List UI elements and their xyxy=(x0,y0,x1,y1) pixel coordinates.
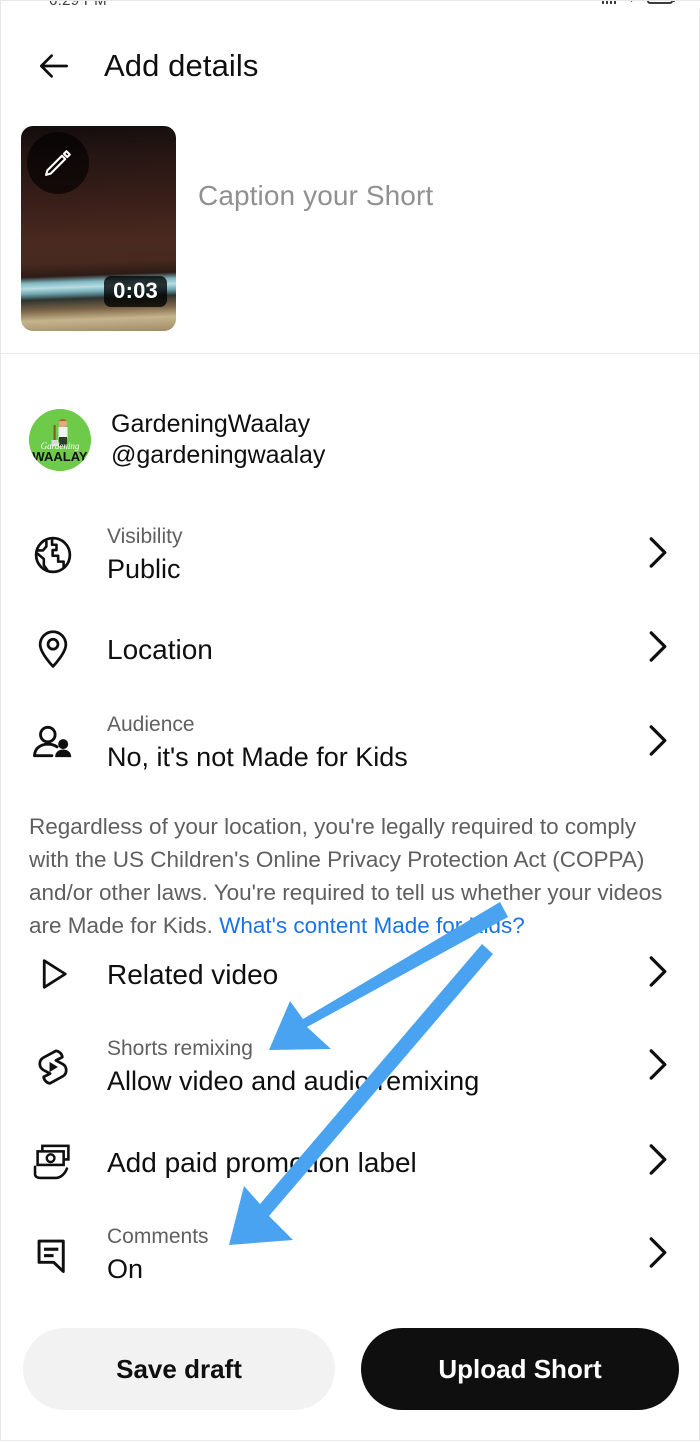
back-button[interactable] xyxy=(23,35,85,97)
channel-handle: @gardeningwaalay xyxy=(111,441,326,469)
chevron-right-icon xyxy=(645,630,671,669)
video-duration-badge: 0:03 xyxy=(104,276,167,307)
section-divider xyxy=(1,353,700,354)
row-related-video[interactable]: Related video xyxy=(1,937,700,1011)
row-related-video-value: Related video xyxy=(107,958,279,990)
comment-bubble-icon xyxy=(25,1233,81,1277)
globe-icon xyxy=(25,533,81,577)
channel-row[interactable]: Gardening WAALAY GardeningWaalay @garden… xyxy=(1,397,700,483)
row-shorts-remixing[interactable]: Shorts remixing Allow video and audio re… xyxy=(1,1029,700,1105)
row-paid-promotion-value: Add paid promotion label xyxy=(107,1146,417,1178)
shorts-icon xyxy=(25,1045,81,1089)
chevron-right-icon xyxy=(645,724,671,763)
chevron-right-icon xyxy=(645,1143,671,1182)
row-location[interactable]: Location xyxy=(1,611,700,687)
caption-input[interactable]: Caption your Short xyxy=(198,180,433,212)
row-visibility[interactable]: Visibility Public xyxy=(1,517,700,593)
avatar-text-bottom: WAALAY xyxy=(32,449,87,464)
row-visibility-value: Public xyxy=(107,554,181,585)
status-bar-clock: 6:29 PM xyxy=(49,1,107,9)
status-bar: 6:29 PM xyxy=(1,1,700,9)
row-paid-promotion[interactable]: Add paid promotion label xyxy=(1,1125,700,1199)
signal-icon xyxy=(601,1,616,4)
wifi-icon xyxy=(630,1,633,3)
row-visibility-text: Visibility Public xyxy=(107,523,700,587)
app-screen: 6:29 PM Add details 0:03 xyxy=(0,0,700,1441)
row-comments-value: On xyxy=(107,1254,144,1285)
play-triangle-icon xyxy=(25,953,81,995)
status-bar-indicators xyxy=(601,1,675,4)
row-audience-value: No, it's not Made for Kids xyxy=(107,742,408,773)
row-comments[interactable]: Comments On xyxy=(1,1217,700,1293)
caption-section: 0:03 Caption your Short xyxy=(1,126,700,353)
row-audience-text: Audience No, it's not Made for Kids xyxy=(107,711,700,775)
location-pin-icon xyxy=(25,627,81,671)
page-title: Add details xyxy=(104,48,259,83)
chevron-right-icon xyxy=(645,955,671,994)
action-bar: Save draft Upload Short xyxy=(1,1324,700,1414)
row-comments-label: Comments xyxy=(107,1224,209,1248)
chevron-right-icon xyxy=(645,1048,671,1087)
chevron-right-icon xyxy=(645,536,671,575)
avatar: Gardening WAALAY xyxy=(29,409,91,471)
edit-video-button[interactable] xyxy=(27,132,89,194)
coppa-disclaimer: Regardless of your location, you're lega… xyxy=(29,811,673,942)
row-audience-label: Audience xyxy=(107,712,195,736)
app-bar: Add details xyxy=(1,25,700,107)
channel-name: GardeningWaalay xyxy=(111,410,311,438)
channel-text: GardeningWaalay @gardeningwaalay xyxy=(111,409,325,471)
audience-people-icon xyxy=(25,720,81,766)
row-shorts-remixing-text: Shorts remixing Allow video and audio re… xyxy=(107,1035,700,1099)
save-draft-button[interactable]: Save draft xyxy=(23,1328,335,1410)
row-related-video-text: Related video xyxy=(107,957,700,992)
row-location-text: Location xyxy=(107,632,700,667)
row-shorts-remixing-label: Shorts remixing xyxy=(107,1036,253,1060)
row-visibility-label: Visibility xyxy=(107,524,183,548)
paid-promotion-money-icon xyxy=(25,1140,81,1184)
row-location-value: Location xyxy=(107,633,213,665)
avatar-artwork-icon: Gardening WAALAY xyxy=(29,409,91,471)
row-audience[interactable]: Audience No, it's not Made for Kids xyxy=(1,705,700,781)
coppa-link[interactable]: What's content Made for Kids? xyxy=(219,913,525,938)
upload-short-button[interactable]: Upload Short xyxy=(361,1328,679,1410)
battery-icon xyxy=(647,1,675,4)
chevron-right-icon xyxy=(645,1236,671,1275)
back-arrow-icon xyxy=(39,54,69,78)
row-comments-text: Comments On xyxy=(107,1223,700,1287)
row-shorts-remixing-value: Allow video and audio remixing xyxy=(107,1066,480,1097)
video-thumbnail[interactable]: 0:03 xyxy=(21,126,176,331)
pencil-icon xyxy=(45,150,71,176)
row-paid-promotion-text: Add paid promotion label xyxy=(107,1145,700,1180)
